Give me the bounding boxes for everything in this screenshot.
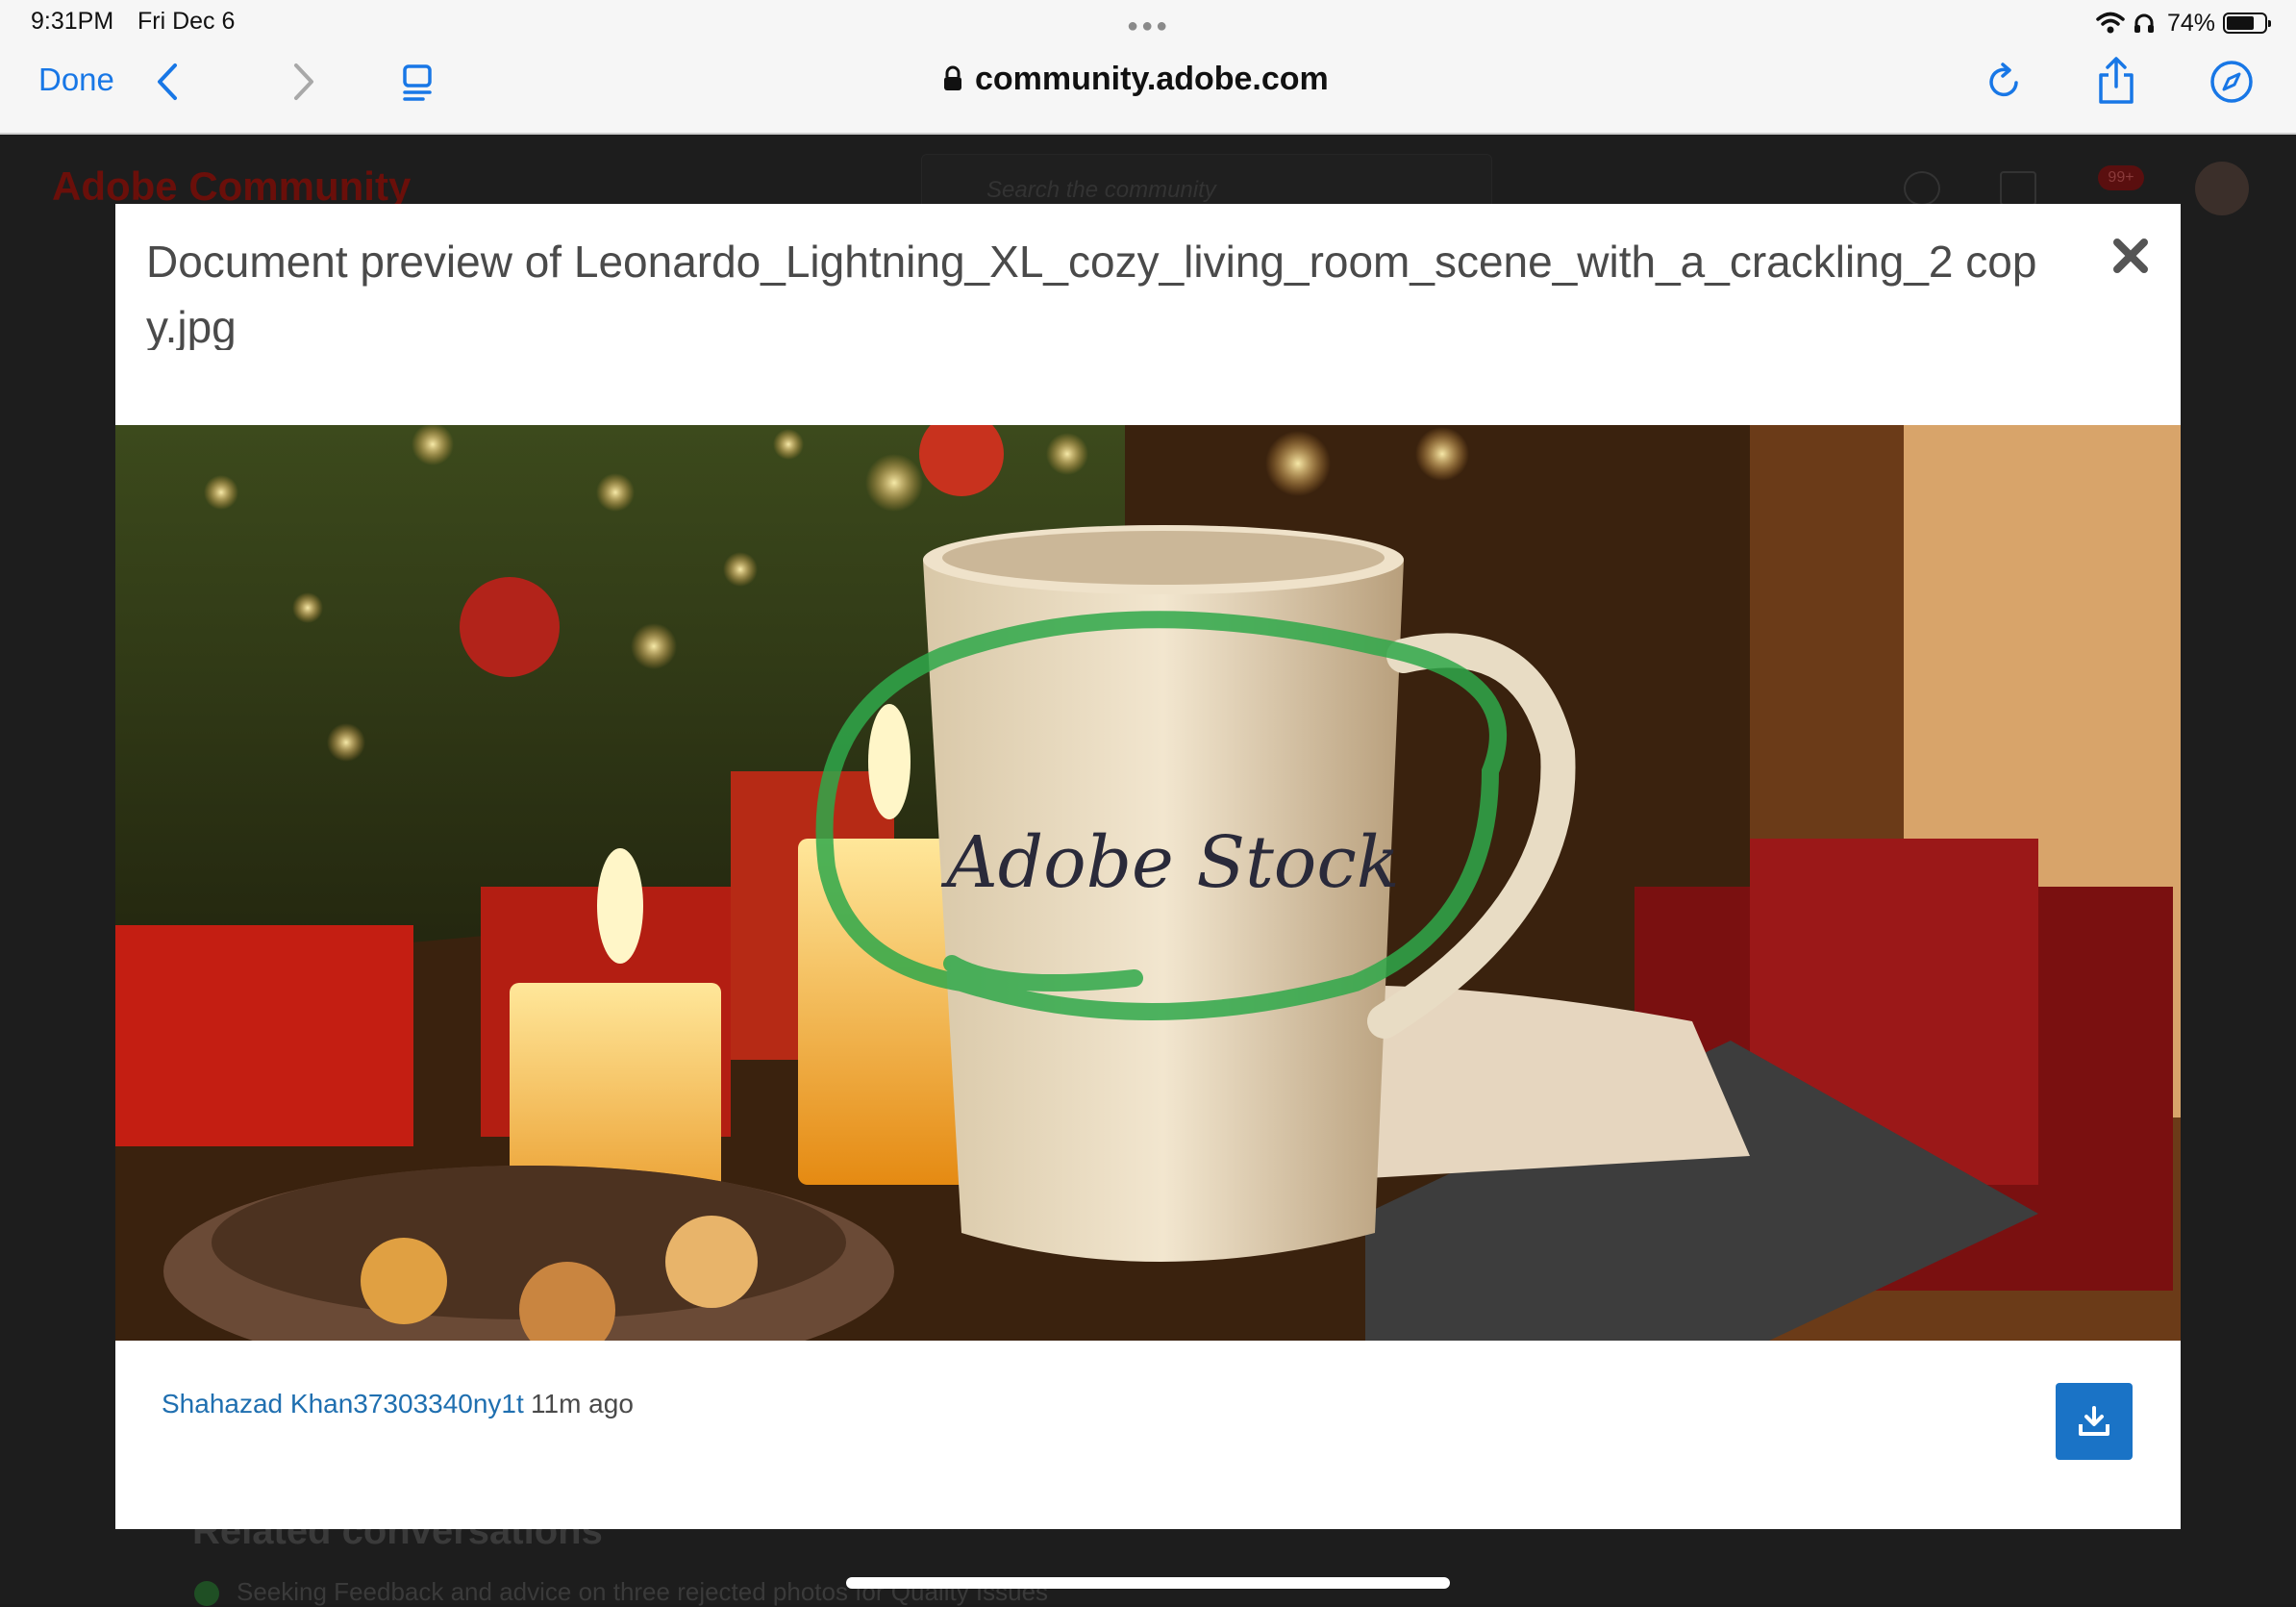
solved-check-icon: [194, 1581, 219, 1606]
search-placeholder: Search the community: [986, 177, 1216, 203]
reload-icon[interactable]: [1984, 62, 2023, 102]
posted-time: 11m ago: [531, 1389, 634, 1419]
headphones-icon: [2134, 13, 2154, 33]
download-button[interactable]: [2056, 1383, 2133, 1460]
adobe-community-logo[interactable]: Adobe Community: [52, 163, 411, 210]
wifi-icon: [2096, 12, 2125, 34]
notification-badge: 99+: [2098, 165, 2144, 190]
status-indicators: 74%: [2096, 6, 2271, 40]
compass-icon[interactable]: [2209, 60, 2254, 104]
mug-text-watermark: Adobe Stock: [940, 821, 1399, 904]
reader-icon[interactable]: [400, 63, 435, 102]
done-button[interactable]: Done: [38, 62, 114, 98]
battery-icon: [2223, 13, 2271, 34]
close-icon[interactable]: [2108, 233, 2154, 279]
address-bar[interactable]: community.adobe.com: [942, 58, 1329, 100]
download-icon: [2079, 1406, 2109, 1436]
lock-icon: [944, 65, 961, 90]
browser-chrome: 9:31PM Fri Dec 6 ●●● 74% Done community.…: [0, 0, 2296, 135]
url-text[interactable]: community.adobe.com: [975, 61, 1329, 98]
christmas-mug-photo: Adobe Stock: [115, 425, 2181, 1341]
globe-icon[interactable]: [1904, 171, 1940, 206]
user-avatar[interactable]: [2195, 162, 2249, 215]
status-date: Fri Dec 6: [137, 8, 236, 35]
multitasking-dots-icon[interactable]: ●●●: [1127, 15, 1170, 38]
document-preview-modal: Document preview of Leonardo_Lightning_X…: [115, 204, 2181, 1529]
status-time: 9:31PM: [31, 8, 114, 35]
modal-title: Document preview of Leonardo_Lightning_X…: [146, 237, 2037, 350]
mail-icon[interactable]: [2000, 171, 2036, 206]
author-link[interactable]: Shahazad Khan37303340ny1t: [162, 1389, 524, 1419]
share-icon[interactable]: [2096, 56, 2136, 106]
battery-percent: 74%: [2166, 9, 2215, 37]
home-indicator[interactable]: [846, 1577, 1450, 1589]
forward-icon[interactable]: [290, 62, 317, 102]
back-icon[interactable]: [154, 62, 181, 102]
image-preview: Adobe Stock: [115, 425, 2181, 1341]
